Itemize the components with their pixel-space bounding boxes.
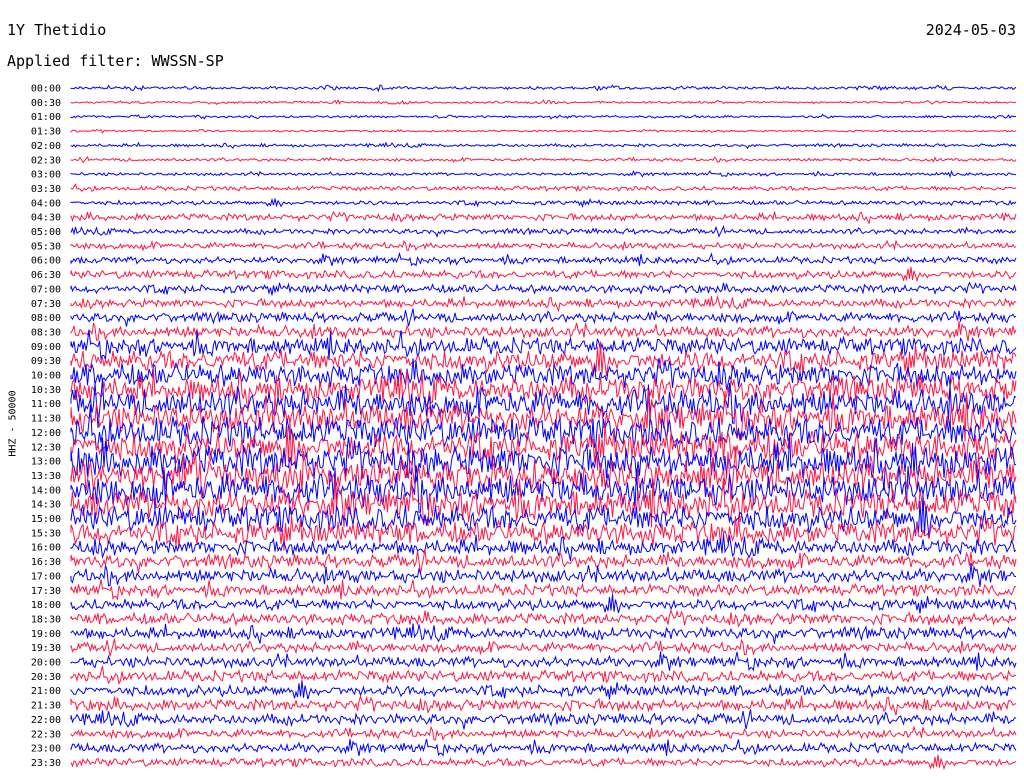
- time-tick-label: 09:30: [31, 356, 61, 367]
- trace-0700: [70, 281, 1017, 296]
- trace-0030: [70, 98, 1017, 105]
- trace-2200: [70, 709, 1017, 730]
- trace-0730: [70, 294, 1016, 313]
- trace-2300: [70, 738, 1017, 757]
- trace-1630: [70, 548, 1017, 574]
- time-tick-label: 23:00: [31, 744, 61, 755]
- trace-0430: [70, 210, 1017, 225]
- trace-1800: [70, 594, 1017, 614]
- time-tick-label: 08:00: [31, 313, 61, 324]
- time-tick-label: 14:30: [31, 500, 61, 511]
- helicorder-plot: 00:00 00:30 01:00 01:30 02:00 02:30 03:00 03:30…: [31, 84, 1017, 771]
- time-tick-label: 15:00: [31, 514, 61, 525]
- trace-1730: [70, 579, 1017, 601]
- time-tick-label: 05:00: [31, 227, 61, 238]
- time-tick-label: 05:30: [31, 241, 61, 252]
- trace-0400: [70, 197, 1017, 209]
- trace-2030: [70, 665, 1017, 685]
- time-tick-label: 14:00: [31, 485, 61, 496]
- trace-2130: [70, 694, 1017, 716]
- time-tick-label: 20:00: [31, 658, 61, 669]
- time-tick-label: 00:00: [31, 84, 61, 95]
- time-tick-label: 09:00: [31, 342, 61, 353]
- trace-0600: [70, 251, 1017, 267]
- time-tick-label: 23:30: [31, 758, 61, 769]
- time-tick-label: 03:00: [31, 170, 61, 181]
- time-tick-label: 10:00: [31, 371, 61, 382]
- time-tick-label: 20:30: [31, 672, 61, 683]
- time-tick-label: 11:30: [31, 414, 61, 425]
- trace-0830: [70, 320, 1017, 342]
- time-tick-label: 19:00: [31, 629, 61, 640]
- time-tick-label: 06:00: [31, 256, 61, 267]
- trace-1900: [70, 623, 1017, 644]
- time-tick-label: 22:00: [31, 715, 61, 726]
- trace-2000: [70, 651, 1017, 672]
- time-tick-label: 22:30: [31, 729, 61, 740]
- time-tick-label: 08:30: [31, 327, 61, 338]
- trace-0100: [70, 113, 1017, 120]
- trace-0800: [70, 308, 1017, 327]
- time-tick-label: 01:00: [31, 112, 61, 123]
- time-tick-label: 16:30: [31, 557, 61, 568]
- time-tick-label: 16:00: [31, 543, 61, 554]
- trace-0300: [70, 169, 1017, 179]
- time-tick-label: 02:30: [31, 155, 61, 166]
- time-tick-label: 12:00: [31, 428, 61, 439]
- trace-1930: [70, 638, 1017, 657]
- trace-0500: [70, 224, 1017, 238]
- time-tick-label: 17:30: [31, 586, 61, 597]
- time-tick-label: 10:30: [31, 385, 61, 396]
- time-tick-label: 07:00: [31, 284, 61, 295]
- time-tick-label: 02:00: [31, 141, 61, 152]
- time-tick-label: 04:30: [31, 213, 61, 224]
- trace-0630: [70, 266, 1017, 283]
- trace-1700: [70, 562, 1017, 587]
- time-tick-label: 15:30: [31, 528, 61, 539]
- time-tick-label: 21:00: [31, 686, 61, 697]
- trace-1830: [70, 608, 1017, 628]
- trace-2230: [70, 725, 1017, 741]
- trace-2100: [70, 680, 1017, 700]
- trace-0000: [70, 84, 1017, 93]
- time-tick-label: 11:00: [31, 399, 61, 410]
- time-tick-label: 04:00: [31, 198, 61, 209]
- time-tick-label: 13:00: [31, 457, 61, 468]
- time-tick-label: 03:30: [31, 184, 61, 195]
- trace-0230: [70, 155, 1017, 164]
- time-tick-label: 01:30: [31, 127, 61, 138]
- time-tick-label: 17:00: [31, 571, 61, 582]
- time-tick-label: 18:30: [31, 614, 61, 625]
- time-tick-label: 00:30: [31, 98, 61, 109]
- time-tick-label: 13:30: [31, 471, 61, 482]
- time-tick-label: 21:30: [31, 701, 61, 712]
- time-tick-label: 06:30: [31, 270, 61, 281]
- time-tick-label: 19:30: [31, 643, 61, 654]
- time-tick-label: 12:30: [31, 442, 61, 453]
- trace-2330: [70, 754, 1017, 771]
- time-tick-label: 18:00: [31, 600, 61, 611]
- trace-0130: [70, 128, 1017, 134]
- trace-0530: [70, 239, 1017, 252]
- time-tick-label: 07:30: [31, 299, 61, 310]
- trace-0200: [70, 141, 1017, 150]
- trace-0330: [70, 183, 1017, 193]
